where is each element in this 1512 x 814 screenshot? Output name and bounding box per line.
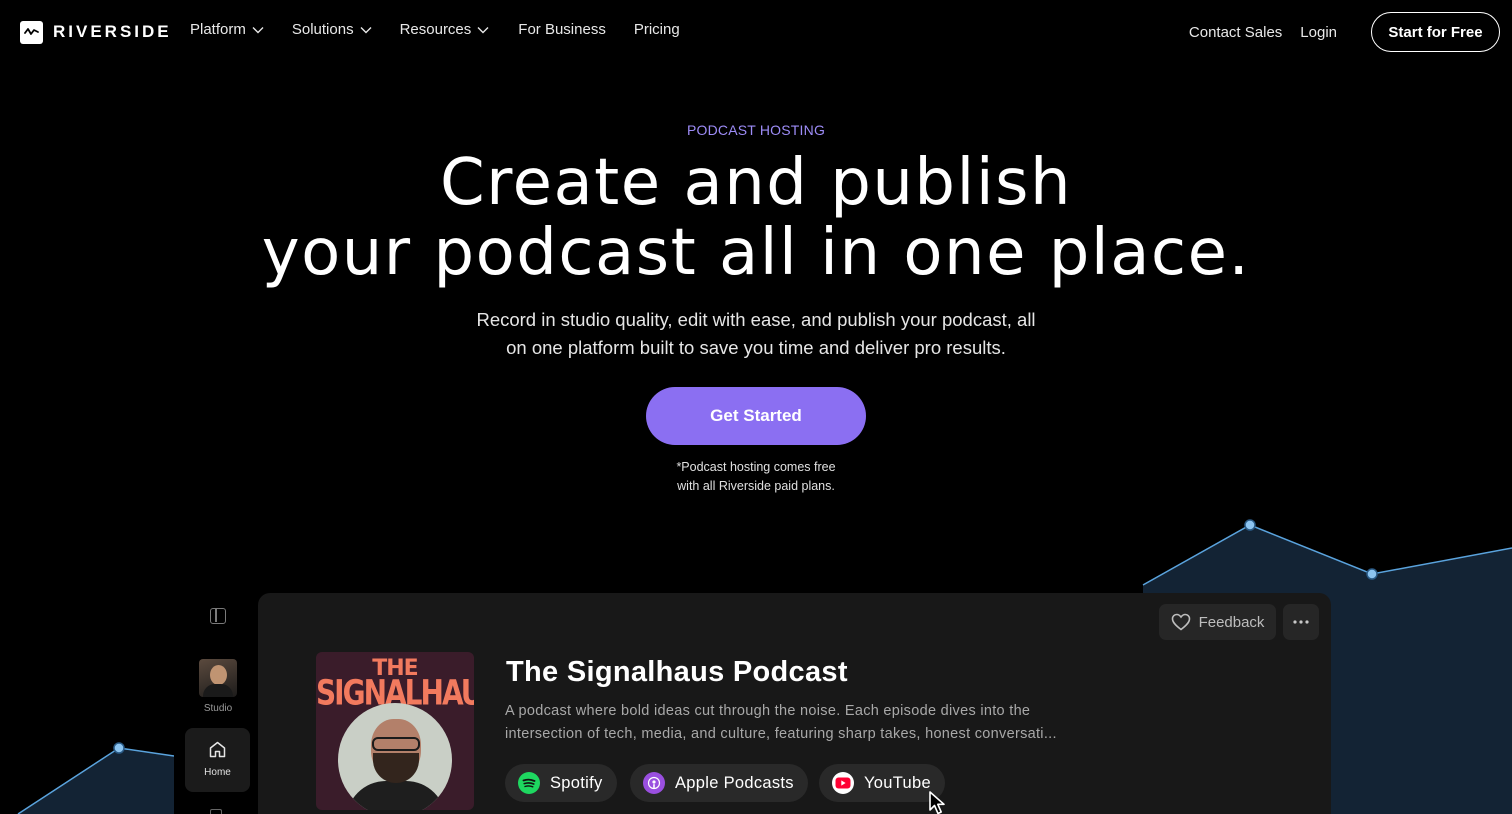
riverside-logo[interactable]: RIVERSIDE: [20, 20, 172, 44]
mouse-cursor-icon: [929, 791, 945, 814]
more-options-button[interactable]: [1283, 604, 1319, 640]
youtube-label: YouTube: [864, 773, 931, 792]
hero-subheading-line-2: on one platform built to save you time a…: [506, 337, 1006, 358]
hero-eyebrow: PODCAST HOSTING: [686, 122, 826, 138]
nav-platform[interactable]: Platform: [190, 21, 264, 38]
avatar-body: [203, 684, 233, 697]
spotify-icon: [518, 772, 540, 794]
nav-platform-label: Platform: [190, 21, 246, 38]
nav-pricing-label: Pricing: [633, 21, 680, 38]
host-shirt: [346, 781, 446, 810]
hero-headline: Create and publish your podcast all in o…: [0, 148, 1512, 288]
podcast-description-line-2: intersection of tech, media, and culture…: [505, 726, 1057, 742]
youtube-link[interactable]: YouTube: [819, 764, 945, 802]
feedback-button[interactable]: Feedback: [1159, 604, 1276, 640]
contact-sales-link[interactable]: Contact Sales: [1189, 24, 1282, 41]
nav-resources[interactable]: Resources: [400, 21, 490, 38]
hero-headline-line-1: Create and publish: [439, 146, 1073, 220]
top-navigation: RIVERSIDE Platform Solutions Resources F…: [0, 0, 1512, 64]
nav-resources-label: Resources: [399, 21, 472, 38]
sidebar-next-item-icon[interactable]: [210, 809, 222, 814]
studio-avatar[interactable]: [199, 659, 237, 697]
avatar-face: [210, 665, 227, 685]
feedback-label: Feedback: [1198, 613, 1265, 631]
cover-host-photo: [338, 703, 452, 810]
youtube-icon: [832, 772, 854, 794]
chevron-down-icon: [360, 26, 372, 33]
apple-podcasts-label: Apple Podcasts: [675, 773, 794, 792]
pricing-footnote-line-2: with all Riverside paid plans.: [677, 478, 835, 493]
nav-solutions-label: Solutions: [291, 21, 354, 38]
nav-actions: Contact Sales Login Start for Free: [1189, 12, 1500, 52]
host-glasses: [372, 737, 420, 751]
podcast-description-line-1: A podcast where bold ideas cut through t…: [505, 703, 1031, 719]
main-nav-links: Platform Solutions Resources For Busines…: [190, 21, 680, 38]
sidebar-item-home-label: Home: [204, 767, 231, 778]
apple-podcasts-link[interactable]: Apple Podcasts: [630, 764, 808, 802]
nav-solutions[interactable]: Solutions: [292, 21, 372, 38]
sidebar-item-home[interactable]: Home: [185, 728, 250, 792]
toggle-sidebar-icon[interactable]: [210, 608, 226, 624]
hero-subheading-line-1: Record in studio quality, edit with ease…: [476, 309, 1036, 330]
chevron-down-icon: [252, 26, 264, 33]
pricing-footnote: *Podcast hosting comes free with all Riv…: [606, 458, 906, 495]
nav-for-business-label: For Business: [518, 21, 606, 38]
login-link[interactable]: Login: [1300, 24, 1337, 41]
apple-podcasts-icon: [643, 772, 665, 794]
sidebar-item-studio-label: Studio: [203, 703, 233, 714]
more-horizontal-icon: [1293, 620, 1309, 624]
pricing-footnote-line-1: *Podcast hosting comes free: [676, 460, 836, 474]
spotify-label: Spotify: [550, 773, 603, 792]
home-icon: [209, 741, 226, 758]
brand-name: RIVERSIDE: [53, 22, 172, 41]
podcast-app-window: Feedback THE SIGNALHAUS The Signalhaus P…: [258, 593, 1331, 814]
app-sidebar: Studio Home: [174, 590, 262, 814]
podcast-cover-art: THE SIGNALHAUS: [316, 652, 474, 810]
nav-pricing[interactable]: Pricing: [634, 21, 680, 38]
start-for-free-button[interactable]: Start for Free: [1371, 12, 1500, 52]
heart-icon: [1171, 613, 1190, 631]
hero-subheading: Record in studio quality, edit with ease…: [456, 306, 1056, 362]
riverside-logo-mark-icon: [20, 20, 43, 44]
chevron-down-icon: [477, 26, 489, 33]
nav-for-business[interactable]: For Business: [518, 21, 606, 38]
hero-headline-line-2: your podcast all in one place.: [261, 216, 1251, 290]
podcast-description: A podcast where bold ideas cut through t…: [505, 700, 1065, 746]
get-started-button[interactable]: Get Started: [646, 387, 866, 445]
spotify-link[interactable]: Spotify: [505, 764, 617, 802]
host-beard: [373, 753, 419, 783]
podcast-title: The Signalhaus Podcast: [506, 656, 848, 688]
